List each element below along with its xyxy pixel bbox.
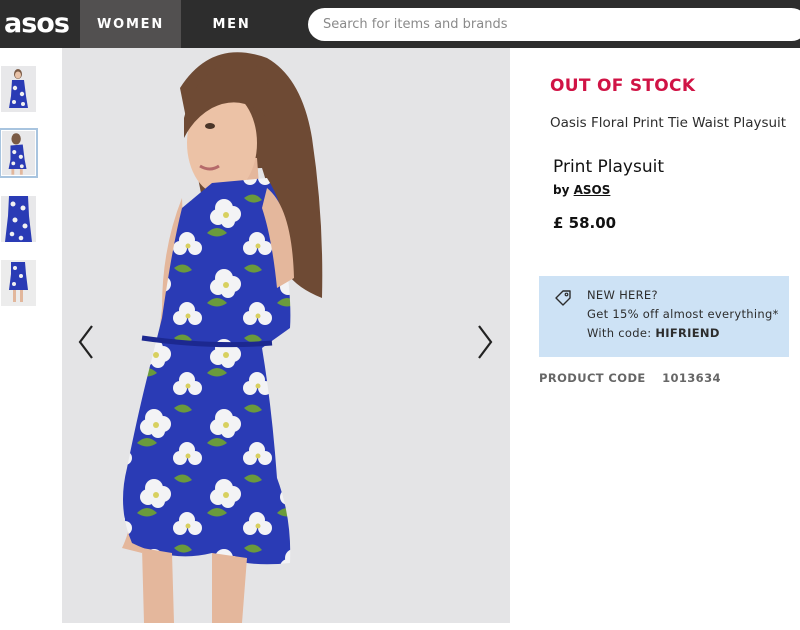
product-thumbnail-4[interactable] [1,260,36,306]
product-thumbnail-2[interactable] [0,128,38,178]
product-thumbnail-1[interactable] [1,66,36,112]
product-price: £ 58.00 [553,214,617,232]
brand-link[interactable]: ASOS [574,183,611,197]
promo-code-prefix: With code: [587,326,652,340]
previous-image-button[interactable] [72,322,100,362]
promo-heading: NEW HERE? [587,288,658,302]
nav-tab-men[interactable]: MEN [181,0,282,48]
tag-icon [555,290,571,306]
stock-status: OUT OF STOCK [550,76,696,96]
product-variant-title: Print Playsuit [553,157,664,177]
chevron-right-icon [478,325,493,359]
top-navigation-bar: asos WOMEN MEN [0,0,800,48]
next-image-button[interactable] [471,322,499,362]
product-thumbnail-image [1,66,36,112]
product-code: PRODUCT CODE 1013634 [539,371,721,385]
promo-code: HIFRIEND [655,326,720,340]
product-code-value: 1013634 [662,371,721,385]
product-thumbnail-image [1,196,36,242]
promo-text: Get 15% off almost everything* [587,307,779,321]
product-title: Oasis Floral Print Tie Waist Playsuit [550,115,787,131]
brand-byline: by ASOS [553,183,610,197]
main-product-image[interactable] [62,48,510,623]
asos-logo[interactable]: asos [4,6,70,42]
by-prefix: by [553,183,570,197]
chevron-left-icon [78,325,93,359]
product-code-label: PRODUCT CODE [539,371,646,385]
product-thumbnail-3[interactable] [1,196,36,242]
product-thumbnail-image [2,131,35,175]
model-photo [62,48,510,623]
product-thumbnail-image [1,260,36,306]
nav-tab-women[interactable]: WOMEN [80,0,181,48]
new-customer-promo-banner: NEW HERE? Get 15% off almost everything*… [539,276,789,357]
search-input[interactable] [308,8,800,41]
promo-code-line: With code: HIFRIEND [587,326,720,340]
